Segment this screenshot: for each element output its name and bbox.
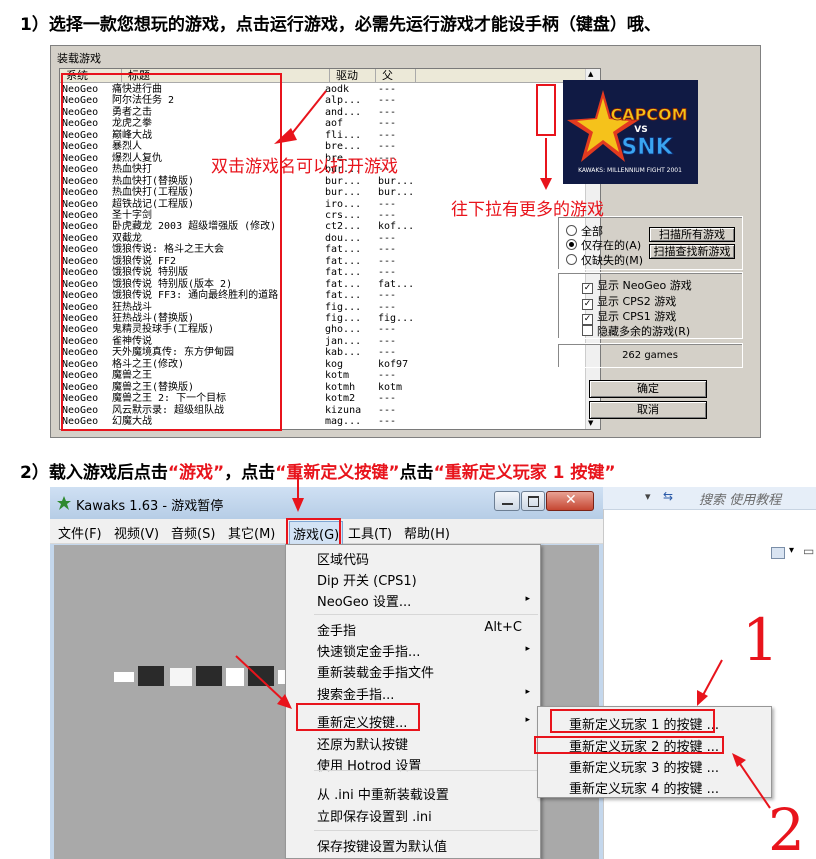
explorer-divider [603, 509, 604, 859]
menu-help[interactable]: 帮助(H) [404, 523, 450, 542]
step2-number: 2） [20, 463, 49, 483]
game-menu-item[interactable]: 使用 Hotrod 设置 [286, 755, 540, 774]
redefine-keys-highlight [296, 703, 420, 731]
submenu-arrow-icon: ▸ [525, 687, 530, 697]
menu-separator [314, 614, 538, 615]
menu-separator [314, 830, 538, 831]
game-menu-item[interactable]: Dip 开关 (CPS1) [286, 570, 540, 589]
game-menu-item-label: 区域代码 [317, 553, 370, 568]
dropdown-arrow-icon[interactable]: ▾ [645, 490, 651, 503]
menu-tools[interactable]: 工具(T) [348, 523, 392, 542]
game-menu-item-label: 立即保存设置到 .ini [317, 810, 432, 825]
redefine-keys-submenu: 重新定义玩家 1 的按键 ... 重新定义玩家 2 的按键 ... 重新定义玩家… [534, 706, 772, 798]
game-menu-item-label: 还原为默认按键 [317, 738, 409, 753]
game-menu-item-label: Dip 开关 (CPS1) [317, 574, 417, 589]
step2-quote-redefine: “重新定义按键” [275, 463, 400, 483]
paused-game-graphic-icon [114, 666, 298, 686]
minimize-icon [502, 503, 513, 505]
refresh-icon[interactable]: ⇆ [663, 489, 673, 503]
step2-text-1: 载入游戏后点击 [48, 463, 168, 483]
menu-file[interactable]: 文件(F) [58, 523, 102, 542]
minimize-button[interactable] [494, 491, 520, 511]
game-menu-dropdown: 区域代码 Dip 开关 (CPS1) NeoGeo 设置... ▸ 金手指 Alt+C 快速… [285, 544, 541, 859]
game-menu-item[interactable]: 区域代码 [286, 549, 540, 568]
load-game-dialog: 装载游戏 系统 标题 驱动 父 NeoGeo 痛快进行曲 aodk --- NeoGeo… [50, 45, 761, 438]
redefine-player3-item[interactable]: 重新定义玩家 3 的按键 ... [569, 757, 719, 776]
close-button[interactable]: ✕ [546, 491, 594, 511]
step1-number: 1） [20, 15, 49, 35]
close-icon: ✕ [565, 492, 577, 508]
game-menu-item-label: 从 .ini 中重新装载设置 [317, 788, 449, 803]
game-menu-item-label: 保存按键设置为默认值 [317, 840, 448, 855]
explorer-window: ▾ ⇆ 搜索 使用教程 ▾ ▭ [603, 487, 816, 859]
game-menu-item-label: NeoGeo 设置... [317, 595, 412, 610]
game-menu-item[interactable]: 金手指 Alt+C [286, 620, 540, 639]
game-menu-item-label: 金手指 [317, 624, 357, 639]
view-icon[interactable] [771, 547, 785, 559]
player2-highlight [534, 736, 724, 754]
game-menu-item[interactable]: NeoGeo 设置... ▸ [286, 591, 540, 610]
submenu-arrow-icon: ▸ [525, 594, 530, 604]
view-dropdown-icon[interactable]: ▾ [789, 545, 794, 556]
dialog-annotation-arrows [274, 90, 552, 190]
game-menu-highlight [286, 518, 341, 546]
maximize-icon [528, 496, 539, 507]
step2-heading: 2）载入游戏后点击“游戏”，点击“重新定义按键”点击“重新定义玩家 1 按键” [20, 458, 616, 483]
maximize-button[interactable] [521, 491, 545, 511]
explorer-toolbar: ▾ ⇆ 搜索 使用教程 [603, 487, 816, 510]
game-menu-item-label: 重新装载金手指文件 [317, 666, 435, 681]
menu-audio[interactable]: 音频(S) [171, 523, 215, 542]
arrowhead-down-icon [540, 178, 552, 190]
player1-highlight [550, 709, 715, 733]
game-menu-item[interactable]: 立即保存设置到 .ini [286, 806, 540, 825]
kawaks-title: Kawaks 1.63 - 游戏暂停 [76, 499, 224, 514]
submenu-arrow-icon: ▸ [525, 715, 530, 725]
step2-text-3: 点击 [399, 463, 434, 483]
game-menu-item-label: 搜索金手指... [317, 688, 395, 703]
search-input[interactable]: 搜索 使用教程 [699, 489, 781, 508]
game-menu-item[interactable]: 重新装载金手指文件 [286, 662, 540, 681]
game-menu-item[interactable]: 搜索金手指... ▸ [286, 684, 540, 703]
step1-heading: 1）选择一款您想玩的游戏，点击运行游戏，必需先运行游戏才能设手柄（键盘）哦、 [20, 10, 661, 35]
kawaks-titlebar[interactable]: Kawaks 1.63 - 游戏暂停 ✕ [50, 487, 603, 519]
kawaks-app-icon [56, 495, 72, 511]
step2-quote-game: “游戏” [167, 463, 225, 483]
menu-video[interactable]: 视频(V) [114, 523, 159, 542]
step2-quote-player1: “重新定义玩家 1 按键” [433, 463, 616, 483]
game-menu-accelerator: Alt+C [484, 620, 522, 635]
game-menu-item[interactable]: 快速锁定金手指... ▸ [286, 641, 540, 660]
menu-separator [314, 770, 538, 771]
game-menu-item-label: 快速锁定金手指... [317, 645, 421, 660]
menu-other[interactable]: 其它(M) [228, 523, 275, 542]
game-menu-item[interactable]: 从 .ini 中重新装载设置 [286, 784, 540, 803]
submenu-arrow-icon: ▸ [525, 644, 530, 654]
game-menu-item[interactable]: 保存按键设置为默认值 [286, 836, 540, 855]
game-menu-item-label: 使用 Hotrod 设置 [317, 759, 422, 774]
help-icon[interactable]: ▭ [803, 544, 814, 558]
game-menu-item[interactable]: 还原为默认按键 [286, 734, 540, 753]
redefine-player4-item[interactable]: 重新定义玩家 4 的按键 ... [569, 778, 719, 797]
step1-text: 选择一款您想玩的游戏，点击运行游戏，必需先运行游戏才能设手柄（键盘）哦、 [48, 15, 661, 35]
step2-text-2: ，点击 [224, 463, 276, 483]
